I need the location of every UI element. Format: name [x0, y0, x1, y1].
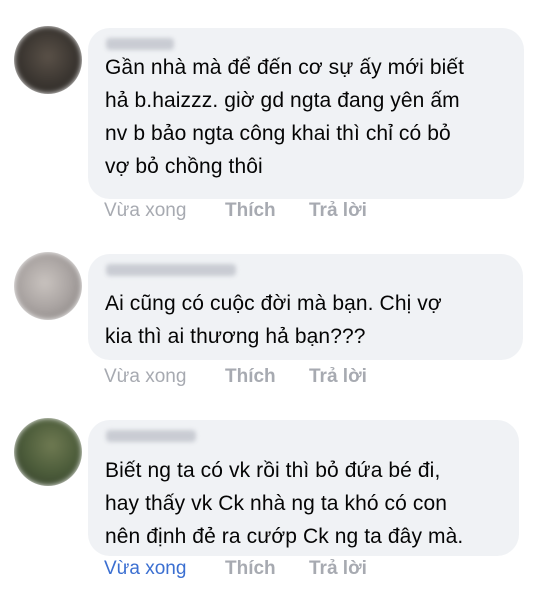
reply-button[interactable]: Trả lời	[309, 558, 367, 580]
comment-text: Gần nhà mà để đến cơ sự ấy mới biết hả b…	[105, 56, 465, 178]
comment-text: Ai cũng có cuộc đời mà bạn. Chị vợ kia t…	[105, 292, 442, 348]
timestamp[interactable]: Vừa xong	[104, 366, 186, 388]
like-button[interactable]: Thích	[225, 200, 276, 222]
comment-bubble: Biết ng ta có vk rồi thì bỏ đứa bé đi, h…	[88, 420, 519, 556]
reply-button[interactable]: Trả lời	[309, 200, 367, 222]
like-button[interactable]: Thích	[225, 558, 276, 580]
commenter-name-redacted[interactable]	[106, 38, 174, 50]
avatar[interactable]	[14, 418, 82, 486]
commenter-name-redacted[interactable]	[106, 430, 196, 442]
comment-bubble: Ai cũng có cuộc đời mà bạn. Chị vợ kia t…	[88, 254, 523, 360]
timestamp[interactable]: Vừa xong	[104, 200, 186, 222]
comment-bubble: Gần nhà mà để đến cơ sự ấy mới biết hả b…	[88, 28, 524, 199]
commenter-name-redacted[interactable]	[106, 264, 236, 276]
comment-text: Biết ng ta có vk rồi thì bỏ đứa bé đi, h…	[105, 459, 464, 548]
reply-button[interactable]: Trả lời	[309, 366, 367, 388]
timestamp[interactable]: Vừa xong	[104, 558, 186, 580]
like-button[interactable]: Thích	[225, 366, 276, 388]
avatar[interactable]	[14, 26, 82, 94]
avatar[interactable]	[14, 252, 82, 320]
